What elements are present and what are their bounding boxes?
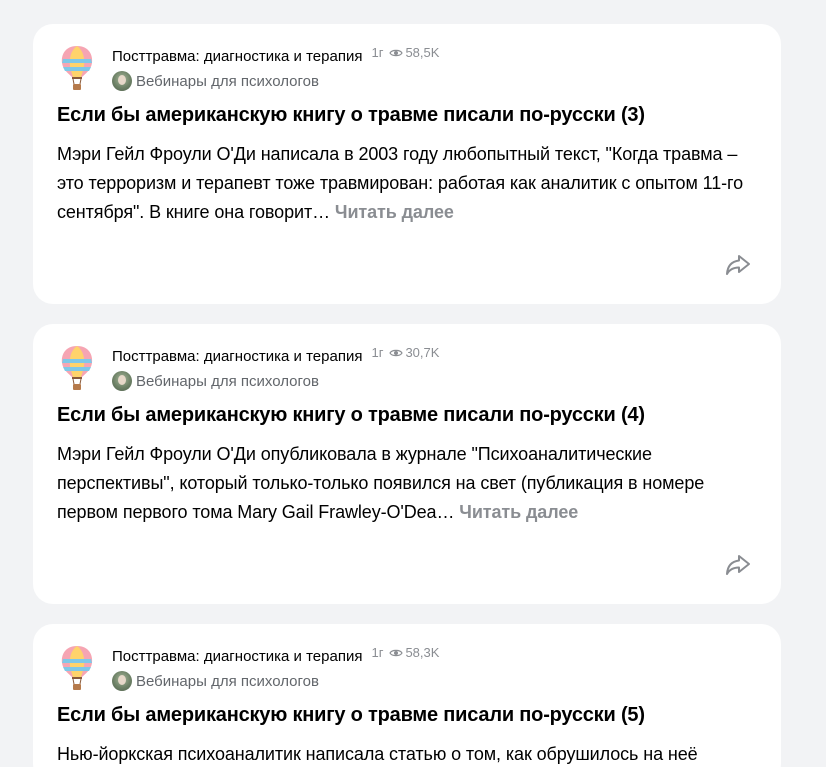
view-count-value: 58,3K: [405, 644, 440, 660]
channel-name[interactable]: Посттравма: диагностика и терапия: [112, 648, 362, 665]
channel-meta-row: Посттравма: диагностика и терапия 1г 58,…: [112, 45, 439, 68]
share-arrow-icon: [726, 555, 750, 575]
hot-air-balloon-icon[interactable]: [57, 344, 97, 392]
article-snippet-text: Мэри Гейл Фроули О'Ди опубликовала в жур…: [57, 444, 705, 522]
article-title[interactable]: Если бы американскую книгу о травме писа…: [57, 104, 645, 127]
source-name: Вебинары для психологов: [136, 372, 319, 390]
article-title[interactable]: Если бы американскую книгу о травме писа…: [57, 704, 645, 727]
source-row[interactable]: Вебинары для психологов: [112, 671, 319, 691]
view-count: 58,3K: [389, 645, 439, 660]
view-count: 30,7K: [389, 345, 439, 360]
read-more-link[interactable]: Читать далее: [459, 502, 578, 522]
eye-icon: [389, 349, 404, 357]
source-row[interactable]: Вебинары для психологов: [112, 71, 319, 91]
channel-meta-row: Посттравма: диагностика и терапия 1г 30,…: [112, 345, 439, 368]
source-avatar: [112, 71, 132, 91]
source-name: Вебинары для психологов: [136, 72, 319, 90]
source-avatar: [112, 371, 132, 391]
eye-icon: [389, 649, 404, 657]
channel-meta-row: Посттравма: диагностика и терапия 1г 58,…: [112, 645, 439, 668]
hot-air-balloon-icon[interactable]: [57, 644, 97, 692]
share-button[interactable]: [723, 252, 753, 278]
post-age: 1г: [371, 345, 384, 360]
channel-name[interactable]: Посттравма: диагностика и терапия: [112, 348, 362, 365]
share-arrow-icon: [726, 255, 750, 275]
source-row[interactable]: Вебинары для психологов: [112, 371, 319, 391]
article-feed: Посттравма: диагностика и терапия 1г 58,…: [0, 0, 826, 767]
view-count-value: 30,7K: [405, 344, 440, 360]
read-more-link[interactable]: Читать далее: [335, 202, 454, 222]
post-age: 1г: [371, 45, 384, 60]
eye-icon: [389, 49, 404, 57]
article-card[interactable]: Посттравма: диагностика и терапия 1г 30,…: [33, 324, 781, 604]
hot-air-balloon-icon[interactable]: [57, 44, 97, 92]
article-title[interactable]: Если бы американскую книгу о травме писа…: [57, 404, 645, 427]
source-avatar: [112, 671, 132, 691]
article-snippet[interactable]: Нью-йоркская психоаналитик написала стат…: [57, 740, 763, 767]
article-snippet[interactable]: Мэри Гейл Фроули О'Ди написала в 2003 го…: [57, 140, 763, 227]
article-snippet[interactable]: Мэри Гейл Фроули О'Ди опубликовала в жур…: [57, 440, 763, 527]
post-age: 1г: [371, 645, 384, 660]
channel-name[interactable]: Посттравма: диагностика и терапия: [112, 48, 362, 65]
article-snippet-text: Нью-йоркская психоаналитик написала стат…: [57, 744, 698, 764]
view-count: 58,5K: [389, 45, 439, 60]
source-name: Вебинары для психологов: [136, 672, 319, 690]
share-button[interactable]: [723, 552, 753, 578]
view-count-value: 58,5K: [405, 44, 440, 60]
article-card[interactable]: Посттравма: диагностика и терапия 1г 58,…: [33, 24, 781, 304]
article-card[interactable]: Посттравма: диагностика и терапия 1г 58,…: [33, 624, 781, 767]
